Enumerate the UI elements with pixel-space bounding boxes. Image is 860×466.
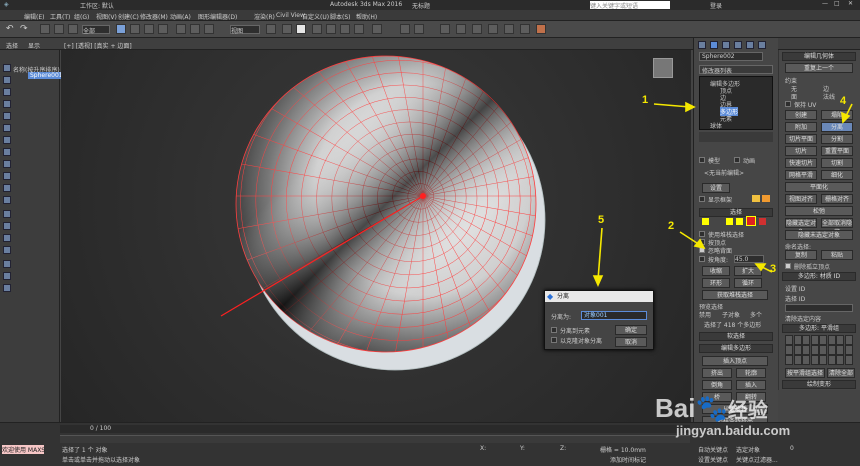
set-key-button[interactable]: 设置关键点	[698, 455, 728, 464]
selection-status: 选择了 1 个 对象	[62, 447, 108, 454]
auto-key-button[interactable]: 自动关键点	[698, 445, 728, 454]
z-label: Z:	[560, 445, 567, 452]
y-label: Y:	[520, 445, 525, 452]
baidu-watermark: Bai🐾经验	[655, 393, 768, 423]
time-slider-label: 0 / 100	[90, 425, 112, 432]
grid-readout: 栅格 = 10.0mm	[600, 447, 646, 454]
time-slider[interactable]	[60, 425, 690, 433]
baidu-url: jingyan.baidu.com	[676, 423, 791, 438]
key-mode-dropdown[interactable]: 选定对象	[736, 445, 760, 454]
key-filters-button[interactable]: 关键点过滤器...	[736, 455, 778, 464]
prompt-line: 单击或单击并拖动以选择对象	[62, 457, 141, 464]
x-label: X:	[480, 445, 487, 452]
maxscript-listener[interactable]: 欢迎使用 MAXS	[2, 445, 45, 454]
add-time-tag[interactable]: 添加时间标记	[610, 455, 646, 464]
current-frame-field[interactable]: 0	[790, 445, 794, 452]
track-bar[interactable]	[60, 435, 690, 443]
